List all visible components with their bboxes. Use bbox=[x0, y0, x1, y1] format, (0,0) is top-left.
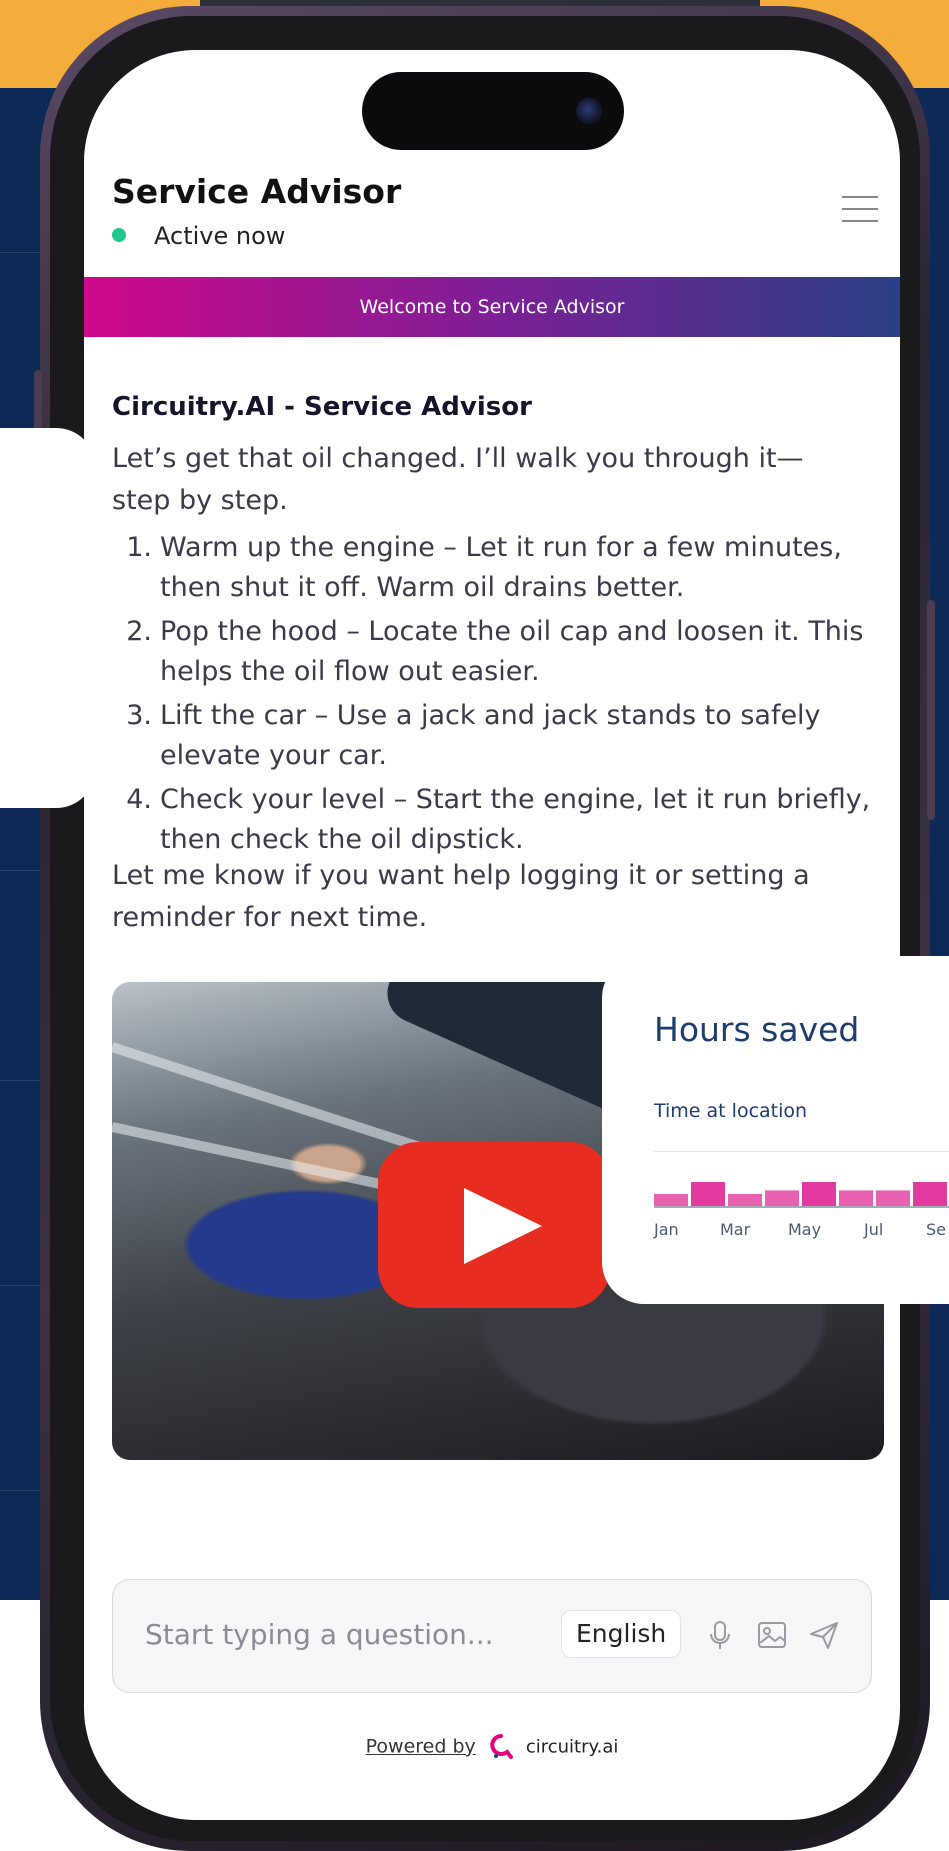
hours-saved-card: Hours saved Time at location Jan Mar May… bbox=[602, 956, 949, 1304]
list-item: 1. Warm up the engine – Let it run for a… bbox=[112, 528, 872, 608]
chart-bar bbox=[839, 1190, 873, 1206]
step-text: Check your level – Start the engine, let… bbox=[160, 784, 871, 855]
card-title: Hours saved bbox=[654, 1010, 860, 1049]
powered-by-link[interactable]: Powered by bbox=[366, 1736, 476, 1758]
message-input[interactable]: Start typing a question... bbox=[145, 1618, 494, 1651]
step-number: 4. bbox=[126, 784, 152, 815]
chart-bar bbox=[802, 1182, 836, 1206]
status-dot-icon bbox=[112, 228, 126, 242]
powered-by-footer: Powered by circuitry.ai bbox=[84, 1734, 900, 1760]
welcome-banner: Welcome to Service Advisor bbox=[84, 277, 900, 337]
send-icon[interactable] bbox=[807, 1618, 841, 1652]
camera-icon bbox=[576, 98, 602, 124]
step-number: 2. bbox=[126, 616, 152, 647]
phone-screen: Service Advisor Active now Welcome to Se… bbox=[84, 50, 900, 1820]
list-item: 3. Lift the car – Use a jack and jack st… bbox=[112, 696, 872, 776]
step-text: Pop the hood – Locate the oil cap and lo… bbox=[160, 616, 864, 687]
image-icon[interactable] bbox=[755, 1618, 789, 1652]
floating-card-left bbox=[0, 428, 96, 808]
card-divider bbox=[654, 1151, 949, 1152]
brand-name: circuitry.ai bbox=[525, 1736, 619, 1758]
chart-bar bbox=[654, 1194, 688, 1206]
tick-label: Se bbox=[926, 1220, 946, 1239]
hours-bar-chart bbox=[654, 1182, 949, 1208]
message-outro: Let me know if you want help logging it … bbox=[112, 860, 810, 933]
list-item: 2. Pop the hood – Locate the oil cap and… bbox=[112, 612, 872, 692]
step-number: 3. bbox=[126, 700, 152, 731]
step-text: Warm up the engine – Let it run for a fe… bbox=[160, 532, 842, 603]
tick-label: Mar bbox=[720, 1220, 751, 1239]
chart-bar bbox=[913, 1182, 947, 1206]
status-text: Active now bbox=[154, 222, 286, 250]
microphone-icon[interactable] bbox=[703, 1618, 737, 1652]
chart-bar bbox=[765, 1190, 799, 1206]
steps-list: 1. Warm up the engine – Let it run for a… bbox=[112, 528, 872, 864]
tick-label: Jan bbox=[654, 1220, 679, 1239]
dynamic-island bbox=[362, 72, 624, 150]
play-icon[interactable] bbox=[378, 1142, 610, 1308]
step-text: Lift the car – Use a jack and jack stand… bbox=[160, 700, 821, 771]
chart-bar bbox=[876, 1190, 910, 1206]
tick-label: Jul bbox=[864, 1220, 884, 1239]
page-title: Service Advisor bbox=[112, 172, 402, 211]
message-title: Circuitry.AI - Service Advisor bbox=[112, 392, 532, 422]
list-item: 4. Check your level – Start the engine, … bbox=[112, 780, 872, 860]
chart-bar bbox=[728, 1194, 762, 1206]
phone-side-button bbox=[927, 600, 935, 820]
circuitry-logo-icon bbox=[490, 1734, 513, 1759]
step-number: 1. bbox=[126, 532, 152, 563]
message-intro: Let’s get that oil changed. I’ll walk yo… bbox=[112, 443, 804, 516]
card-subtitle: Time at location bbox=[654, 1100, 808, 1122]
language-button[interactable]: English bbox=[561, 1610, 682, 1658]
tick-label: May bbox=[788, 1220, 822, 1239]
chat-composer: Start typing a question... English bbox=[112, 1579, 872, 1693]
chart-bar bbox=[691, 1182, 725, 1206]
hamburger-menu-icon[interactable] bbox=[842, 196, 878, 224]
